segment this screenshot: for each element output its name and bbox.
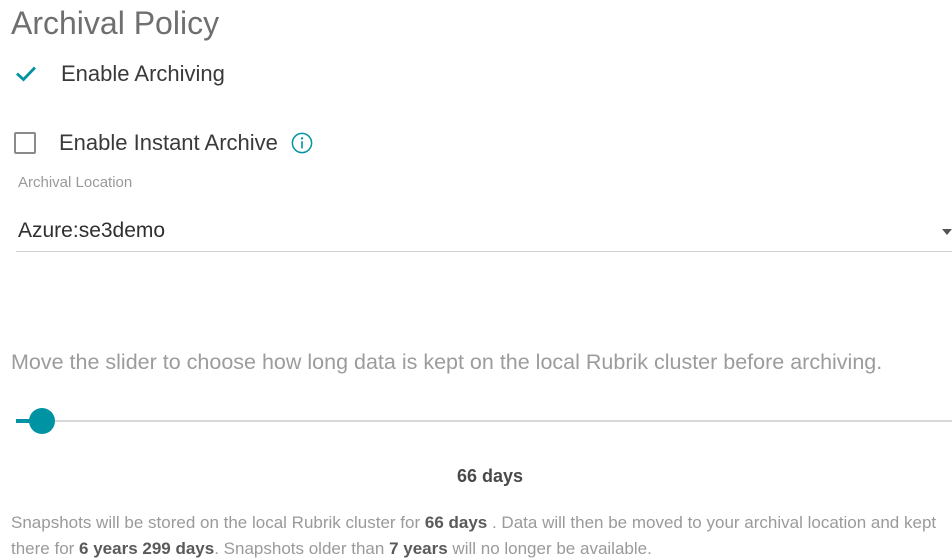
summary-text: will no longer be available. xyxy=(447,539,652,558)
info-icon[interactable] xyxy=(290,131,314,155)
summary-text: Snapshots will be stored on the local Ru… xyxy=(11,513,425,532)
enable-instant-archive-label: Enable Instant Archive xyxy=(59,130,278,155)
check-icon[interactable] xyxy=(13,61,39,87)
page-title: Archival Policy xyxy=(11,5,220,41)
caret-down-icon[interactable] xyxy=(942,228,952,236)
enable-instant-archive-option[interactable]: Enable Instant Archive xyxy=(13,127,314,159)
enable-archiving-option[interactable]: Enable Archiving xyxy=(13,58,225,90)
enable-archiving-label: Enable Archiving xyxy=(61,61,225,86)
retention-summary: Snapshots will be stored on the local Ru… xyxy=(11,510,941,560)
slider-value: 66 days xyxy=(456,466,524,486)
archival-location-select[interactable]: Azure:se3demo xyxy=(16,212,952,252)
local-duration: 66 days xyxy=(424,513,488,532)
slider-thumb[interactable] xyxy=(29,408,55,434)
total-duration: 7 years xyxy=(389,539,448,558)
archive-duration: 6 years 299 days xyxy=(79,539,215,558)
summary-text: . Snapshots older than xyxy=(214,539,390,558)
retention-slider[interactable] xyxy=(16,406,952,436)
slider-hint: Move the slider to choose how long data … xyxy=(11,350,883,374)
archival-location-value: Azure:se3demo xyxy=(18,219,166,242)
enable-instant-archive-checkbox[interactable] xyxy=(14,132,36,154)
archival-location-label: Archival Location xyxy=(18,174,133,191)
archival-policy-panel: Archival Policy Enable Archiving Enable … xyxy=(0,0,952,560)
slider-track[interactable] xyxy=(16,420,952,422)
